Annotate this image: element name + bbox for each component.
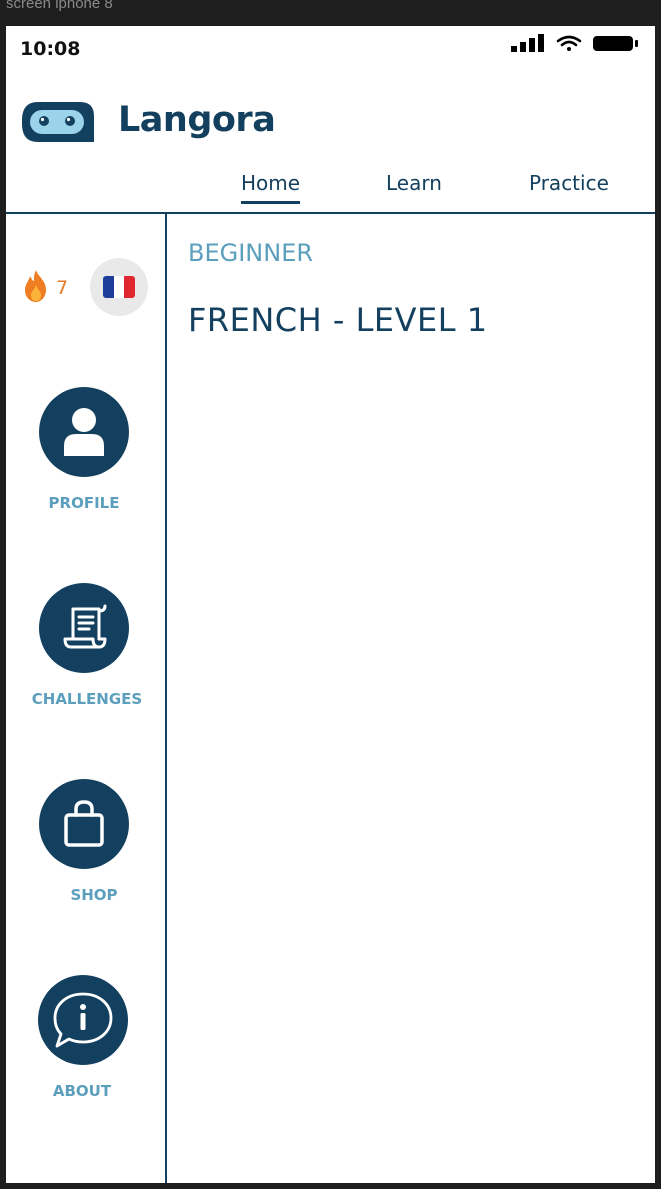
tab-practice[interactable]: Practice — [529, 171, 609, 201]
info-speech-bubble-icon — [53, 992, 113, 1048]
sidebar-item-profile[interactable]: PROFILE — [6, 387, 165, 517]
logo-icon — [20, 100, 96, 148]
profile-button[interactable] — [39, 387, 129, 477]
streak-counter: 7 — [22, 269, 68, 307]
fire-icon — [22, 269, 50, 307]
user-icon — [64, 408, 104, 456]
wifi-icon — [556, 35, 582, 51]
status-time: 10:08 — [20, 38, 81, 60]
sidebar-item-label: SHOP — [70, 886, 118, 904]
language-selector[interactable] — [90, 258, 148, 316]
scroll-icon — [63, 604, 107, 649]
sidebar-item-about[interactable]: ABOUT — [6, 975, 165, 1105]
sidebar-item-shop[interactable]: SHOP — [6, 779, 165, 909]
header-divider — [6, 212, 655, 214]
shop-button[interactable] — [39, 779, 129, 869]
course-title[interactable]: FRENCH - LEVEL 1 — [188, 301, 488, 339]
shopping-bag-icon — [64, 800, 104, 847]
tab-learn[interactable]: Learn — [386, 171, 442, 201]
phone-screen: 10:08 Langora Home Learn Practice 7 PROF… — [6, 26, 655, 1183]
sidebar-item-label: ABOUT — [52, 1082, 112, 1100]
about-button[interactable] — [38, 975, 128, 1065]
level-tag: BEGINNER — [188, 239, 314, 267]
top-tabs: Home Learn Practice — [6, 171, 655, 213]
status-icons — [507, 34, 647, 58]
battery-icon — [593, 36, 638, 51]
france-flag-icon — [103, 276, 135, 298]
tab-home[interactable]: Home — [241, 171, 301, 204]
sidebar-item-challenges[interactable]: CHALLENGES — [6, 583, 165, 713]
streak-count: 7 — [56, 277, 69, 299]
signal-icon — [511, 34, 544, 52]
challenges-button[interactable] — [39, 583, 129, 673]
app-title: Langora — [118, 100, 276, 140]
sidebar-item-label: CHALLENGES — [31, 690, 143, 708]
frame-label: screen iphone 8 — [6, 0, 113, 12]
sidebar-item-label: PROFILE — [48, 494, 120, 512]
